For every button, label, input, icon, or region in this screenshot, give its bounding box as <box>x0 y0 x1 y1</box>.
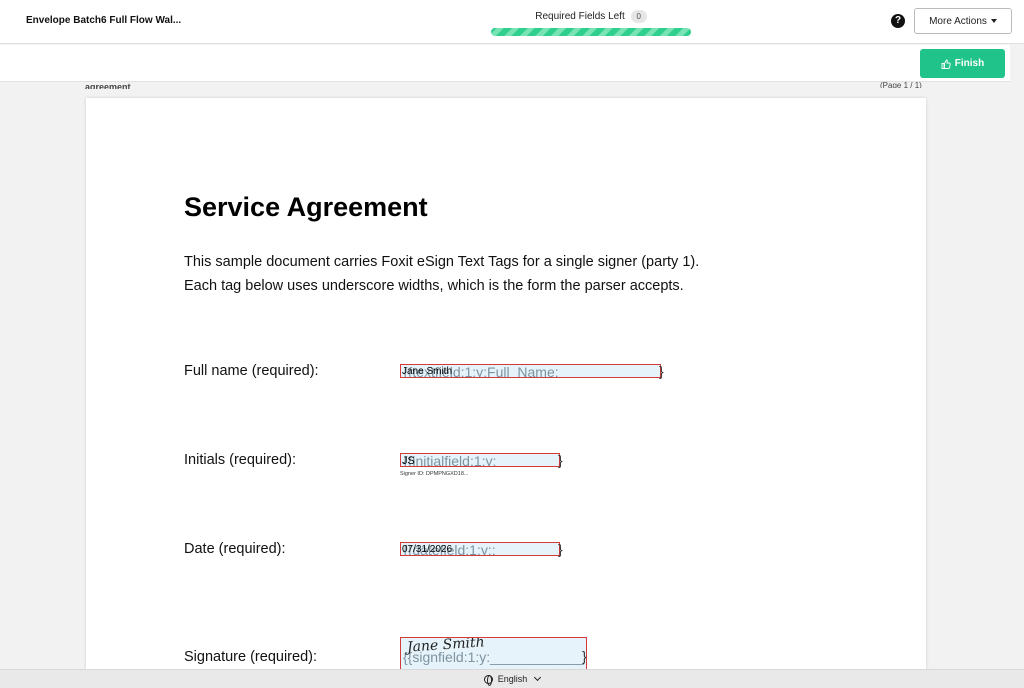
full-name-tag-close: } <box>659 363 664 379</box>
initials-tag-close: } <box>558 452 563 468</box>
required-fields-indicator: Required Fields Left 0 <box>491 10 691 36</box>
initials-label: Initials (required): <box>184 452 297 468</box>
full-name-field[interactable]: {{textfield:1:y:Full_Name:______________… <box>400 364 661 378</box>
chevron-down-icon <box>534 673 542 682</box>
language-label: English <box>497 674 528 684</box>
intro-line-2: Each tag below uses underscore widths, w… <box>184 278 684 294</box>
action-toolbar <box>0 45 1010 82</box>
full-name-label: Full name (required): <box>184 363 319 379</box>
signer-id-text: Signer ID: DPMPNGXD18... <box>400 471 469 477</box>
globe-icon <box>483 674 493 686</box>
envelope-title: Envelope Batch6 Full Flow Wal... <box>26 15 182 26</box>
initials-value: JS <box>402 455 415 467</box>
date-label: Date (required): <box>184 541 286 557</box>
top-header: Envelope Batch6 Full Flow Wal... Require… <box>0 0 1024 44</box>
required-fields-label: Required Fields Left <box>535 11 625 22</box>
date-field[interactable]: {{datefield:1:y::____________ 07/31/2026 <box>400 542 560 556</box>
language-footer[interactable]: English <box>0 669 1024 688</box>
date-tag-close: } <box>558 541 563 557</box>
date-value: 07/31/2026 <box>402 544 453 555</box>
signature-field[interactable]: {{signfield:1:y:____________ Jane Smith <box>400 637 587 670</box>
full-name-value: Jane Smith <box>402 366 453 377</box>
finish-button[interactable]: Finish <box>920 49 1005 78</box>
initials-field[interactable]: {{initialfield:1:y:____________ JS <box>400 453 560 467</box>
question-circle-icon[interactable]: ? <box>891 14 905 28</box>
page-indicator: (Page 1 / 1) <box>880 81 922 88</box>
signature-tag-close: } <box>582 648 587 664</box>
thumbs-up-icon <box>941 59 951 69</box>
initials-tag: {{initialfield:1:y:____________ <box>403 453 559 467</box>
document-name: agreement <box>85 82 131 89</box>
intro-line-1: This sample document carries Foxit eSign… <box>184 254 700 270</box>
more-actions-label: More Actions <box>929 15 987 27</box>
finish-label: Finish <box>954 58 985 69</box>
caret-down-icon <box>990 19 997 23</box>
document-page: Service Agreement This sample document c… <box>86 98 926 670</box>
more-actions-button[interactable]: More Actions <box>914 8 1012 34</box>
document-heading: Service Agreement <box>184 192 428 222</box>
signature-label: Signature (required): <box>184 649 317 665</box>
required-fields-progress-bar <box>491 28 691 36</box>
required-fields-count: 0 <box>630 10 647 23</box>
